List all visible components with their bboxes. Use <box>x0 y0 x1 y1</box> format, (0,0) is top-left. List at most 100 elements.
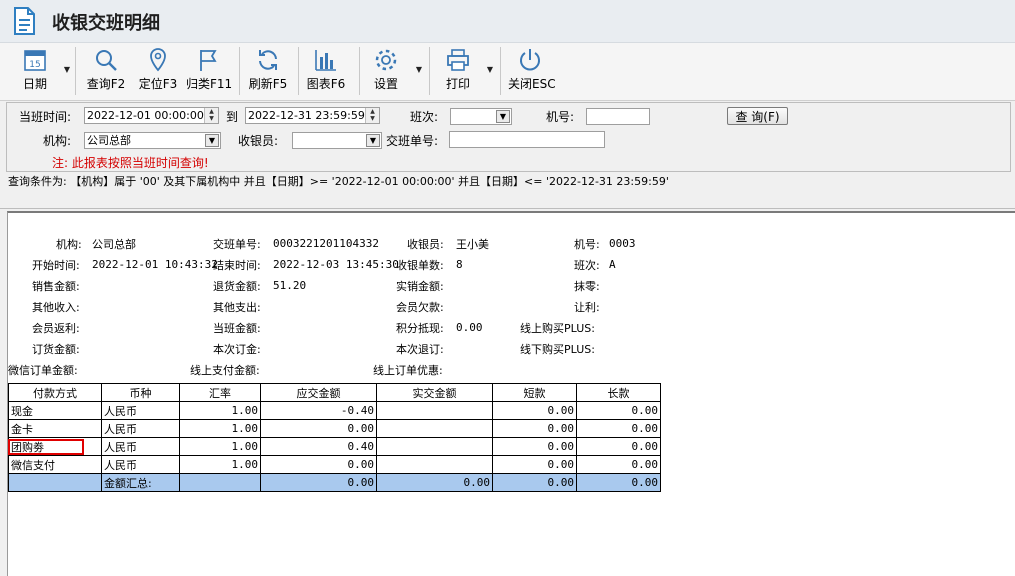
bar-chart-icon <box>315 50 336 71</box>
start-time-input[interactable]: 2022-12-01 00:00:00 ▲ ▼ <box>84 107 219 124</box>
report-area: 机构: 公司总部 交班单号: 0003221201104332 收银员: 王小美… <box>7 211 1015 576</box>
chevron-down-icon[interactable]: ▼ <box>205 134 219 147</box>
to-label: 到 <box>226 110 239 124</box>
report-online-pay-label: 线上支付金额: <box>190 364 260 377</box>
report-this-refund-label: 本次退订: <box>396 343 444 356</box>
cell-rate: 1.00 <box>179 401 261 420</box>
print-dropdown-arrow[interactable]: ▼ <box>485 65 495 75</box>
locate-label: 定位F3 <box>138 77 178 91</box>
cell-summary-blank <box>8 473 102 492</box>
report-member-rebate-label: 会员返利: <box>32 322 80 335</box>
report-shift-amount-label: 当班金额: <box>213 322 261 335</box>
report-end-value: 2022-12-03 13:45:30 <box>273 258 399 271</box>
chevron-down-icon[interactable]: ▼ <box>496 110 510 123</box>
print-button[interactable]: 打印 <box>440 47 476 97</box>
report-points-value: 0.00 <box>456 321 483 334</box>
report-shift-label: 班次: <box>574 259 600 272</box>
locate-button[interactable]: 定位F3 <box>137 47 179 97</box>
report-return-label: 退货金额: <box>213 280 261 293</box>
table-row[interactable]: 金卡 人民币 1.00 0.00 0.00 0.00 <box>8 419 661 438</box>
calendar-day: 15 <box>29 60 40 70</box>
cell-due: 0.40 <box>260 437 377 456</box>
calendar-icon: 15 <box>24 50 46 71</box>
table-row[interactable]: 现金 人民币 1.00 -0.40 0.00 0.00 <box>8 401 661 420</box>
window-title: 收银交班明细 <box>52 13 160 34</box>
cell-short: 0.00 <box>492 419 577 438</box>
cell-payment-method: 现金 <box>8 401 102 420</box>
printer-icon <box>447 49 469 71</box>
cell-rate: 1.00 <box>179 437 261 456</box>
report-org-label: 机构: <box>56 238 82 251</box>
report-online-plus-label: 线上购买PLUS: <box>520 322 595 335</box>
date-button[interactable]: 15 日期 <box>15 47 55 97</box>
report-online-discount-label: 线上订单优惠: <box>373 364 443 377</box>
classify-button[interactable]: 归类F11 <box>186 47 232 97</box>
report-end-label: 结束时间: <box>213 259 261 272</box>
close-button[interactable]: 关闭ESC <box>508 47 556 97</box>
print-label: 打印 <box>445 77 470 91</box>
cell-currency: 人民币 <box>101 419 180 438</box>
report-rounding-label: 抹零: <box>574 280 600 293</box>
refresh-button[interactable]: 刷新F5 <box>248 47 288 97</box>
cell-short: 0.00 <box>492 401 577 420</box>
report-sales-label: 销售金额: <box>32 280 80 293</box>
highlight-box <box>8 439 84 455</box>
report-actual-sales-label: 实销金额: <box>396 280 444 293</box>
org-label: 机构: <box>43 134 72 148</box>
cell-currency: 人民币 <box>101 455 180 474</box>
table-row[interactable]: 微信支付 人民币 1.00 0.00 0.00 0.00 <box>8 455 661 474</box>
query-button[interactable]: 查询F2 <box>86 47 126 97</box>
chevron-down-icon[interactable]: ▼ <box>366 134 380 147</box>
cell-summary-blank <box>179 473 261 492</box>
report-cashier-value: 王小美 <box>456 238 489 251</box>
shift-time-label: 当班时间: <box>19 110 72 124</box>
filter-panel: 当班时间: 2022-12-01 00:00:00 ▲ ▼ 到 2022-12-3… <box>6 102 1011 172</box>
col-header: 应交金额 <box>260 383 377 402</box>
report-handover-no-label: 交班单号: <box>213 238 261 251</box>
chart-button[interactable]: 图表F6 <box>306 47 346 97</box>
machine-input[interactable] <box>586 108 650 125</box>
cell-rate: 1.00 <box>179 455 261 474</box>
settings-dropdown-arrow[interactable]: ▼ <box>414 65 424 75</box>
cell-summary-short: 0.00 <box>492 473 577 492</box>
cell-short: 0.00 <box>492 437 577 456</box>
cell-currency: 人民币 <box>101 401 180 420</box>
toolbar-separator <box>239 47 240 95</box>
date-dropdown-arrow[interactable]: ▼ <box>62 65 72 75</box>
report-wechat-order-label: 微信订单金额: <box>8 364 78 377</box>
machine-label: 机号: <box>546 110 575 124</box>
refresh-label: 刷新F5 <box>248 77 288 91</box>
report-machine-value: 0003 <box>609 237 636 250</box>
search-icon <box>96 50 117 71</box>
cell-payment-method: 微信支付 <box>8 455 102 474</box>
refresh-icon <box>259 50 277 70</box>
report-org-value: 公司总部 <box>92 238 136 251</box>
col-header: 短款 <box>492 383 577 402</box>
toolbar-separator <box>429 47 430 95</box>
cell-summary-paid: 0.00 <box>376 473 493 492</box>
query-submit-button[interactable]: 查 询(F) <box>727 107 788 125</box>
toolbar: 15 日期 ▼ 查询F2 定位F3 归类F11 刷新F5 图表F6 设置 ▼ 打… <box>0 43 1015 101</box>
condition-bar <box>0 194 1015 209</box>
report-handover-no-value: 0003221201104332 <box>273 237 379 250</box>
shift-select[interactable]: ▼ <box>450 108 512 125</box>
end-time-value: 2022-12-31 23:59:59 <box>248 109 365 122</box>
org-select[interactable]: 公司总部 ▼ <box>84 132 221 149</box>
toolbar-separator <box>298 47 299 95</box>
settings-button[interactable]: 设置 <box>368 47 404 97</box>
cashier-select[interactable]: ▼ <box>292 132 382 149</box>
report-other-expense-label: 其他支出: <box>213 301 261 314</box>
table-row[interactable]: 团购劵 人民币 1.00 0.40 0.00 0.00 <box>8 437 661 456</box>
handover-no-input[interactable] <box>449 131 605 148</box>
toolbar-separator <box>359 47 360 95</box>
end-time-spinner[interactable]: ▲ ▼ <box>365 108 379 123</box>
cell-payment-method: 金卡 <box>8 419 102 438</box>
date-label: 日期 <box>22 77 47 91</box>
cell-due: 0.00 <box>260 455 377 474</box>
toolbar-separator <box>500 47 501 95</box>
start-time-spinner[interactable]: ▲ ▼ <box>204 108 218 123</box>
cashier-label: 收银员: <box>238 134 279 148</box>
org-select-value: 公司总部 <box>87 134 131 147</box>
report-offline-plus-label: 线下购买PLUS: <box>520 343 595 356</box>
end-time-input[interactable]: 2022-12-31 23:59:59 ▲ ▼ <box>245 107 380 124</box>
